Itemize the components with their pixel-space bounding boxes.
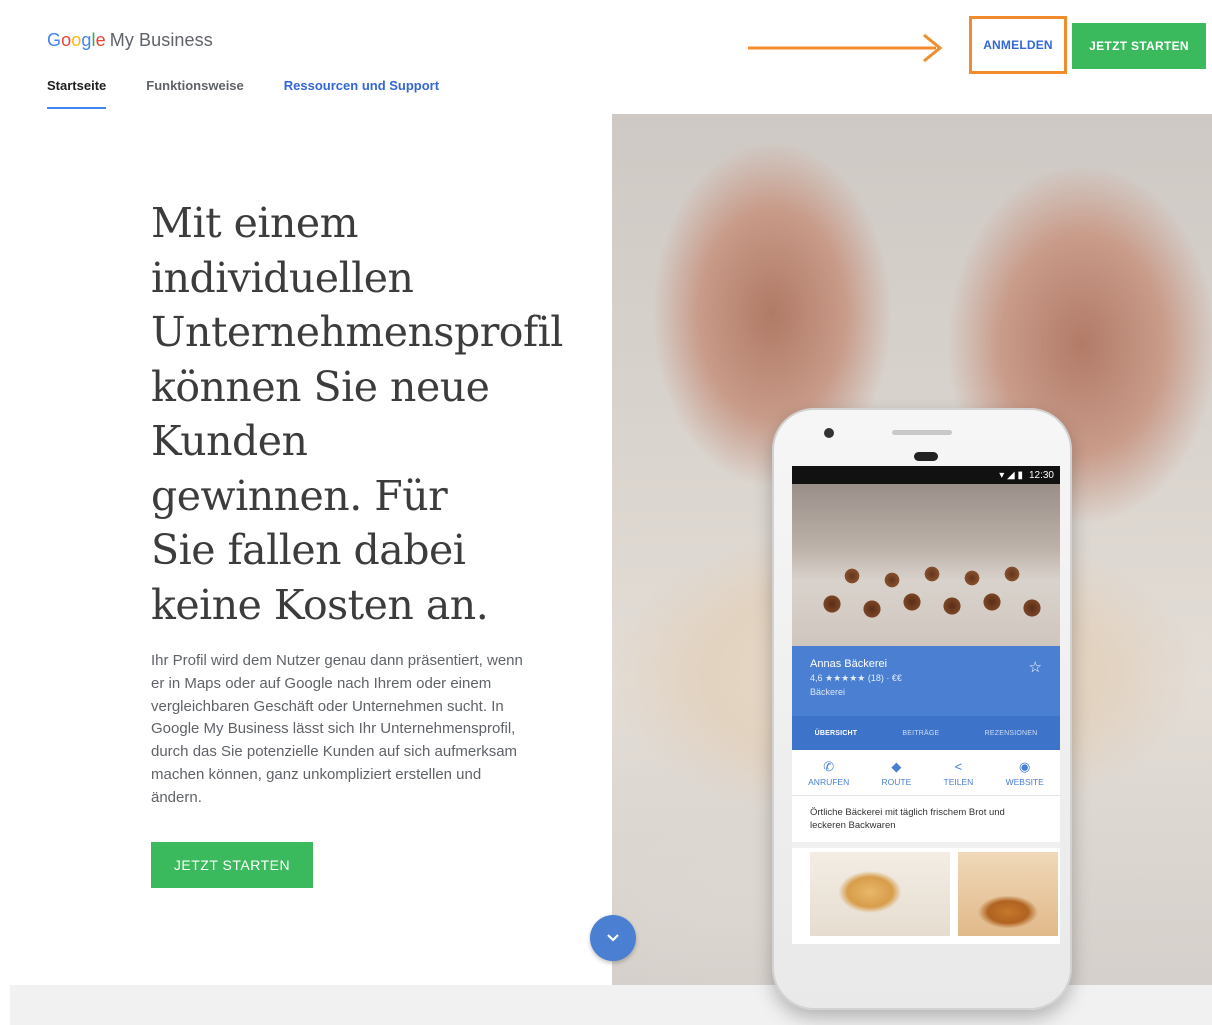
page: Google My Business Startseite Funktionswe… [10, 0, 1212, 1025]
logo-letter: g [81, 30, 92, 50]
phone-status-bar: ▾ ◢ ▮ 12:30 [792, 466, 1060, 484]
tab-posts[interactable]: BEITRÄGE [902, 730, 939, 737]
phone-speaker [892, 430, 952, 435]
header-get-started-button[interactable]: JETZT STARTEN [1072, 23, 1206, 69]
action-label: ROUTE [881, 777, 912, 787]
muffins-photo [792, 484, 1060, 646]
headline-line: Kunden [151, 417, 308, 465]
action-label: WEBSITE [1005, 777, 1044, 787]
hero-text-panel: Mit einem individuellen Unternehmensprof… [10, 114, 612, 985]
logo-letter: G [47, 30, 62, 50]
logo-letter: e [95, 30, 106, 50]
headline-line: keine Kosten an. [151, 580, 489, 629]
headline-line: können Sie neue [151, 362, 490, 411]
hero-description: Ihr Profil wird dem Nutzer genau dann pr… [151, 652, 523, 806]
nav-tab-ressourcen-support[interactable]: Ressourcen und Support [284, 78, 439, 109]
google-my-business-logo[interactable]: Google My Business [47, 30, 213, 51]
login-highlight-box: ANMELDEN [969, 16, 1067, 74]
business-actions: ✆ ANRUFEN ◆ ROUTE < TEILEN ◉ WEBSITE [792, 750, 1060, 796]
logo-letter: o [61, 30, 72, 50]
phone-screen: ▾ ◢ ▮ 12:30 Annas Bäckerei 4,6 ★★★★★ (18… [792, 466, 1060, 944]
phone-mockup: ▾ ◢ ▮ 12:30 Annas Bäckerei 4,6 ★★★★★ (18… [772, 408, 1072, 1010]
annotation-arrow-icon [748, 33, 943, 63]
chevron-down-icon [607, 934, 619, 942]
headline-line: Mit einem [151, 199, 359, 247]
route-action[interactable]: ◆ ROUTE [882, 760, 912, 787]
tab-overview[interactable]: ÜBERSICHT [815, 730, 858, 737]
website-action[interactable]: ◉ WEBSITE [1006, 760, 1044, 787]
headline-line: individuellen [151, 253, 414, 302]
scroll-down-button[interactable] [590, 915, 636, 961]
globe-icon: ◉ [1019, 759, 1031, 774]
share-icon: < [954, 759, 963, 774]
headline-line: Unternehmensprofil [151, 308, 563, 356]
hero-headline: Mit einem individuellen Unternehmensprof… [151, 196, 591, 632]
business-description: Örtliche Bäckerei mit täglich frischem B… [792, 796, 1060, 848]
hero-get-started-button[interactable]: JETZT STARTEN [151, 842, 313, 888]
phone-icon: ✆ [823, 759, 835, 774]
business-category: Bäckerei [810, 687, 846, 697]
photo-thumbnails [792, 848, 1060, 936]
business-name: Annas Bäckerei [810, 658, 888, 670]
share-action[interactable]: < TEILEN [944, 760, 974, 787]
headline-line: Sie fallen dabei [151, 526, 466, 574]
action-label: ANRUFEN [808, 777, 850, 787]
main-nav: Startseite Funktionsweise Ressourcen und… [47, 78, 479, 109]
top-header: Google My Business Startseite Funktionswe… [10, 0, 1212, 114]
phone-camera [824, 428, 834, 438]
logo-product-name: My Business [109, 30, 213, 50]
logo-letter: o [71, 30, 82, 50]
phone-sensor [914, 452, 938, 461]
nav-tab-startseite[interactable]: Startseite [47, 78, 107, 109]
call-action[interactable]: ✆ ANRUFEN [808, 760, 849, 787]
status-time: 12:30 [1028, 469, 1054, 481]
business-rating: 4,6 ★★★★★ (18) · €€ [810, 673, 902, 683]
directions-icon: ◆ [891, 759, 902, 774]
business-header-card: Annas Bäckerei 4,6 ★★★★★ (18) · €€ Bäcke… [792, 646, 1060, 716]
status-icons: ▾ ◢ ▮ [999, 469, 1023, 481]
action-label: TEILEN [943, 777, 974, 787]
tab-reviews[interactable]: REZENSIONEN [985, 730, 1038, 737]
nav-tab-funktionsweise[interactable]: Funktionsweise [146, 78, 244, 109]
croissant-thumbnail[interactable] [958, 852, 1058, 936]
star-icon[interactable]: ☆ [1029, 658, 1042, 676]
headline-line: gewinnen. Für [151, 471, 448, 520]
cake-thumbnail[interactable] [810, 852, 950, 936]
login-button[interactable]: ANMELDEN [983, 38, 1053, 52]
business-tabs: ÜBERSICHT BEITRÄGE REZENSIONEN [792, 716, 1060, 750]
